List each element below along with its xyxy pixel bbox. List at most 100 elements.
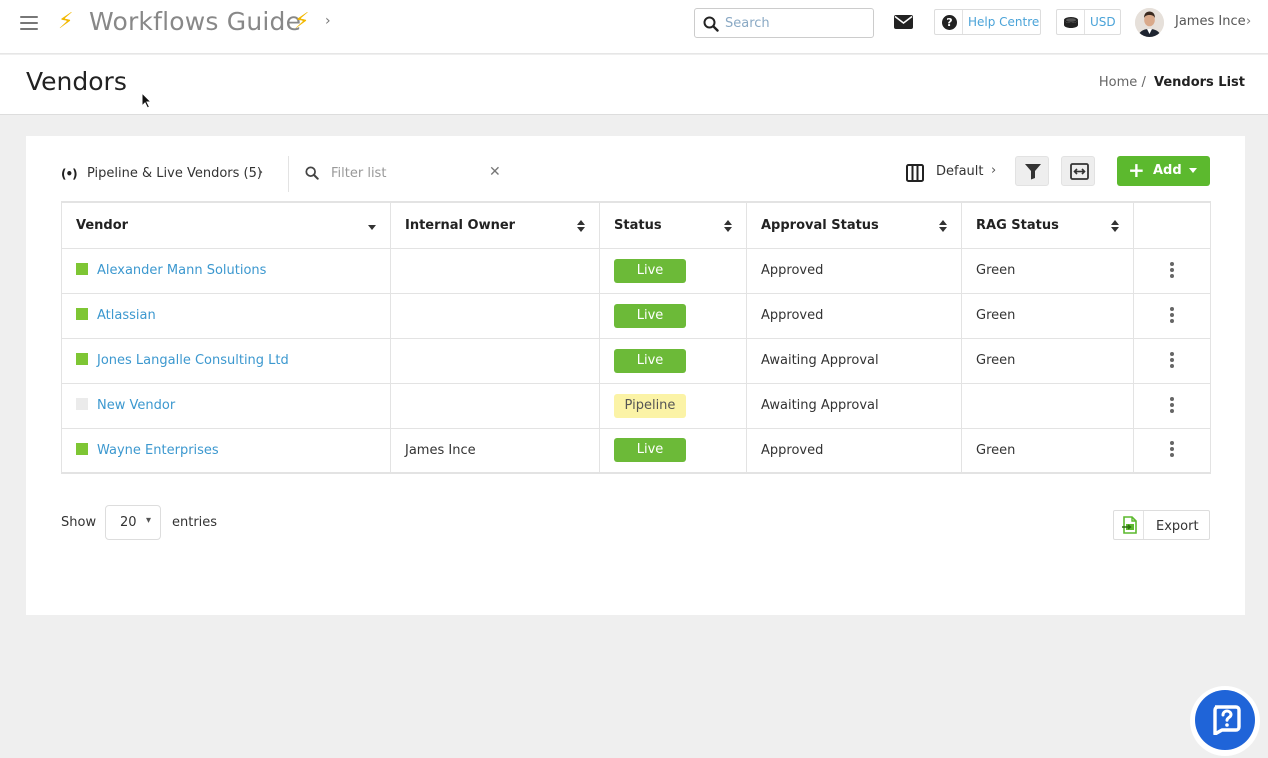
kebab-icon[interactable] <box>1170 306 1174 323</box>
vendors-table: Vendor Internal Owner Status Approval St… <box>61 201 1211 474</box>
divider <box>962 10 963 34</box>
help-chat-button[interactable] <box>1190 686 1260 756</box>
help-centre-label: Help Centre <box>968 15 1040 29</box>
rag-indicator <box>76 353 88 365</box>
caret-down-icon[interactable] <box>1189 168 1197 173</box>
actions-cell <box>1133 292 1211 339</box>
column-header-vendor[interactable]: Vendor <box>61 201 391 249</box>
broadcast-icon: (•) <box>61 167 78 181</box>
column-header-status[interactable]: Status <box>599 201 747 249</box>
app-title[interactable]: Workflows Guide <box>89 7 301 36</box>
rag-indicator <box>76 442 88 455</box>
vendor-cell: Wayne Enterprises <box>61 427 391 474</box>
page-length-select[interactable]: 20 ▾ <box>105 505 161 540</box>
help-centre-button[interactable]: ? Help Centre <box>934 9 1041 35</box>
vendor-link[interactable]: Wayne Enterprises <box>97 443 219 458</box>
rag-indicator <box>76 263 88 275</box>
breadcrumb: Home / Vendors List <box>1099 75 1245 90</box>
page-length-value: 20 <box>120 515 137 530</box>
coins-icon <box>1064 17 1078 28</box>
top-bar: ⚡ Workflows Guide ⚡ › ? Help Centre USD … <box>0 0 1268 54</box>
column-layout-label: Default <box>936 164 984 179</box>
actions-cell <box>1133 337 1211 384</box>
search-icon <box>703 16 719 32</box>
breadcrumb-home[interactable]: Home <box>1099 75 1137 90</box>
export-button[interactable]: Export <box>1113 510 1210 540</box>
columns-icon <box>906 164 924 182</box>
divider <box>288 156 289 192</box>
filter-input[interactable] <box>331 163 481 183</box>
table-row: Atlassian Live Approved Green <box>61 292 1211 339</box>
avatar[interactable] <box>1135 8 1164 37</box>
approval-cell: Approved <box>746 427 962 474</box>
vendor-link[interactable]: Jones Langalle Consulting Ltd <box>97 353 289 368</box>
divider <box>1084 10 1085 34</box>
filter-button[interactable] <box>1015 156 1049 186</box>
filter-box: ✕ <box>305 162 505 184</box>
currency-button[interactable]: USD <box>1056 9 1121 35</box>
vendor-cell: New Vendor <box>61 382 391 429</box>
approval-cell: Approved <box>746 247 962 294</box>
column-header-rag-status[interactable]: RAG Status <box>961 201 1134 249</box>
vendor-cell: Jones Langalle Consulting Ltd <box>61 337 391 384</box>
status-cell: Live <box>599 247 747 294</box>
chevron-right-icon: › <box>991 163 997 178</box>
chevron-right-icon[interactable]: › <box>325 13 331 29</box>
sort-icon <box>577 220 585 232</box>
export-icon <box>1122 516 1137 534</box>
kebab-icon[interactable] <box>1170 351 1174 368</box>
kebab-icon[interactable] <box>1170 396 1174 413</box>
sort-icon <box>1111 220 1119 232</box>
column-header-approval-status[interactable]: Approval Status <box>746 201 962 249</box>
page-title: Vendors <box>26 67 127 96</box>
sort-icon <box>724 220 732 232</box>
column-header-internal-owner[interactable]: Internal Owner <box>390 201 600 249</box>
kebab-icon[interactable] <box>1170 441 1174 458</box>
rag-cell: Green <box>961 292 1134 339</box>
user-name[interactable]: James Ince <box>1175 14 1246 29</box>
vendor-link[interactable]: Alexander Mann Solutions <box>97 263 266 278</box>
owner-cell <box>390 292 600 339</box>
column-layout-selector[interactable]: Default › <box>906 163 1006 185</box>
kebab-icon[interactable] <box>1170 261 1174 278</box>
export-label: Export <box>1156 519 1199 534</box>
vendor-link[interactable]: Atlassian <box>97 308 156 323</box>
rag-cell: Green <box>961 427 1134 474</box>
show-label: Show <box>61 515 97 530</box>
add-button[interactable]: + Add <box>1117 156 1210 186</box>
chevron-right-icon[interactable]: › <box>1246 14 1251 29</box>
column-header-actions <box>1133 201 1211 249</box>
divider <box>1143 511 1144 539</box>
status-cell: Live <box>599 337 747 384</box>
actions-cell <box>1133 382 1211 429</box>
global-search[interactable] <box>694 8 874 38</box>
expand-icon <box>1070 163 1089 180</box>
help-chat-icon <box>1213 705 1241 735</box>
status-badge: Pipeline <box>614 393 686 418</box>
expand-width-button[interactable] <box>1061 156 1095 186</box>
search-input[interactable] <box>725 13 865 33</box>
rag-cell: Green <box>961 337 1134 384</box>
breadcrumb-current: Vendors List <box>1153 75 1245 90</box>
menu-icon[interactable] <box>20 16 38 30</box>
table-row: Jones Langalle Consulting Ltd Live Await… <box>61 337 1211 384</box>
vendor-link[interactable]: New Vendor <box>97 398 175 413</box>
actions-cell <box>1133 247 1211 294</box>
status-cell: Pipeline <box>599 382 747 429</box>
mail-icon[interactable] <box>894 14 914 30</box>
breadcrumb-separator: / <box>1141 75 1146 90</box>
sort-icon <box>939 220 947 232</box>
bolt-icon: ⚡ <box>294 9 310 34</box>
plus-icon: + <box>1128 158 1145 182</box>
table-row: New Vendor Pipeline Awaiting Approval <box>61 382 1211 429</box>
rag-cell: Green <box>961 247 1134 294</box>
owner-cell <box>390 382 600 429</box>
mouse-cursor-icon <box>141 92 152 109</box>
owner-cell <box>390 247 600 294</box>
vendor-cell: Alexander Mann Solutions <box>61 247 391 294</box>
clear-filter-icon[interactable]: ✕ <box>489 164 501 180</box>
status-badge: Live <box>614 348 686 373</box>
add-label: Add <box>1153 163 1182 178</box>
owner-cell: James Ince <box>390 427 600 474</box>
vendors-card: (•) Pipeline & Live Vendors (5) › ✕ Defa… <box>26 136 1245 615</box>
